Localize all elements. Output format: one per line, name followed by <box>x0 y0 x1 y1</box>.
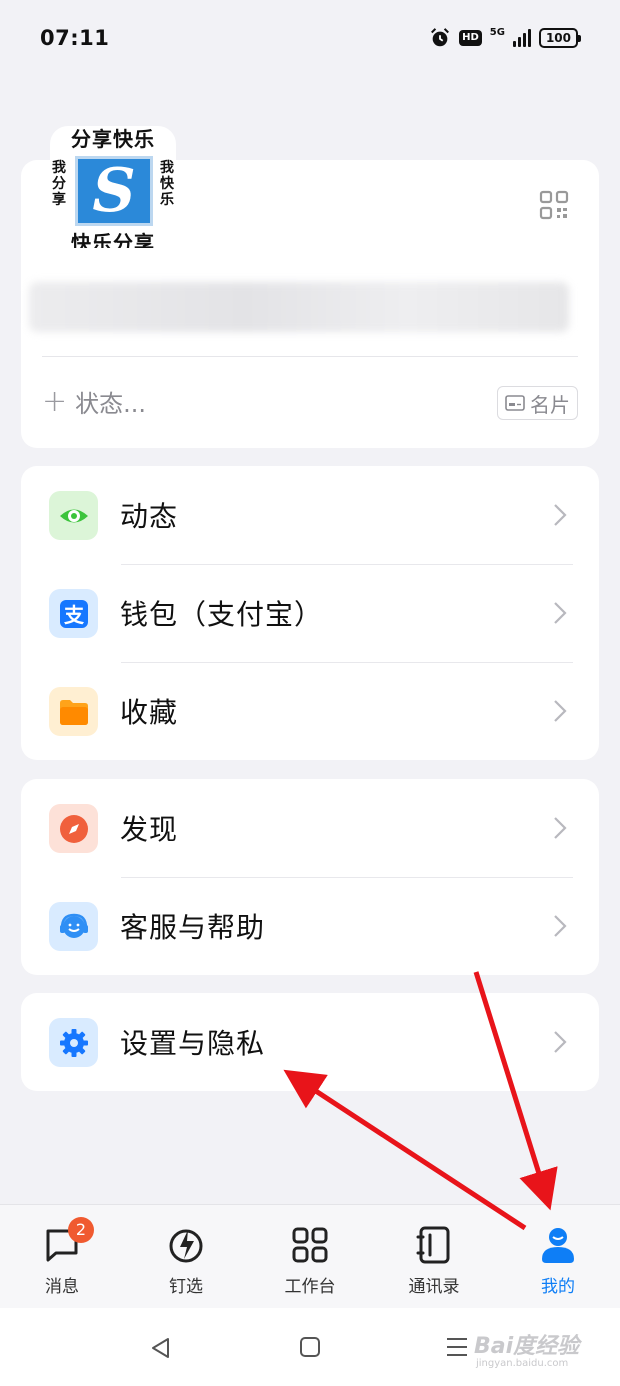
status-bar: 07:11 HD 5G 100 <box>0 0 620 76</box>
menu-item-wallet[interactable]: 支 钱包（支付宝） <box>21 564 599 662</box>
menu-label: 客服与帮助 <box>120 911 266 944</box>
status-placeholder: 状态... <box>75 390 147 418</box>
recents-icon[interactable] <box>445 1336 469 1358</box>
status-icons: HD 5G 100 <box>429 27 582 49</box>
chevron-right-icon <box>554 915 567 937</box>
menu-item-favorites[interactable]: 收藏 <box>21 662 599 760</box>
hd-badge: HD <box>459 30 482 46</box>
chevron-right-icon <box>554 602 567 624</box>
tab-workbench[interactable]: 工作台 <box>248 1205 372 1308</box>
tab-messages[interactable]: 2 消息 <box>0 1205 124 1308</box>
blurred-account-name <box>29 282 569 332</box>
network-type: 5G <box>489 27 505 38</box>
chevron-right-icon <box>554 1031 567 1053</box>
watermark-url: jingyan.baidu.com <box>476 1358 569 1369</box>
menu-group-discover: 发现 客服与帮助 <box>21 779 599 975</box>
ding-icon <box>169 1229 203 1263</box>
workbench-icon <box>292 1227 328 1263</box>
gear-icon <box>49 1018 98 1067</box>
chevron-right-icon <box>554 817 567 839</box>
alipay-icon: 支 <box>49 589 98 638</box>
menu-label: 收藏 <box>120 696 179 729</box>
me-icon <box>542 1228 574 1263</box>
avatar-bottom-text: 快乐分享 <box>71 231 155 248</box>
menu-label: 钱包（支付宝） <box>120 598 324 631</box>
menu-item-moments[interactable]: 动态 <box>21 466 599 564</box>
compass-icon <box>49 804 98 853</box>
set-status-button[interactable]: + 状态... <box>42 384 146 419</box>
tab-contacts[interactable]: 通讯录 <box>372 1205 496 1308</box>
menu-group-settings: 设置与隐私 <box>21 993 599 1091</box>
bottom-tab-bar: 2 消息 钉选 工作台 通讯录 我的 <box>0 1204 620 1308</box>
tab-me[interactable]: 我的 <box>496 1205 620 1308</box>
menu-label: 发现 <box>120 813 179 846</box>
alarm-icon <box>431 28 450 47</box>
tab-label: 消息 <box>45 1277 79 1297</box>
tab-label: 工作台 <box>284 1277 336 1297</box>
headset-icon <box>49 902 98 951</box>
svg-text:支: 支 <box>64 603 85 627</box>
menu-label: 设置与隐私 <box>120 1027 266 1060</box>
menu-group-primary: 动态 支 钱包（支付宝） 收藏 <box>21 466 599 760</box>
tab-label: 通讯录 <box>408 1277 460 1297</box>
folder-icon <box>49 687 98 736</box>
chevron-right-icon <box>554 700 567 722</box>
chevron-right-icon <box>554 504 567 526</box>
namecard-icon <box>505 395 525 411</box>
watermark: Bai度经验 <box>474 1334 580 1359</box>
menu-item-help[interactable]: 客服与帮助 <box>21 877 599 975</box>
battery-indicator: 100 <box>538 28 582 48</box>
divider <box>42 356 578 357</box>
status-time: 07:11 <box>40 26 110 50</box>
avatar-logo: S <box>75 156 153 226</box>
avatar[interactable]: 分享快乐 我分享 S 我快乐 快乐分享 <box>50 126 176 248</box>
tab-label: 我的 <box>541 1277 575 1297</box>
signal-icon <box>512 29 531 47</box>
namecard-button[interactable]: 名片 <box>497 386 578 420</box>
unread-badge: 2 <box>68 1217 94 1243</box>
menu-item-settings-privacy[interactable]: 设置与隐私 <box>21 993 599 1091</box>
eye-icon <box>49 491 98 540</box>
plus-icon: + <box>42 383 68 419</box>
tab-ding[interactable]: 钉选 <box>124 1205 248 1308</box>
back-icon[interactable] <box>149 1336 173 1360</box>
home-icon[interactable] <box>299 1336 321 1358</box>
tab-label: 钉选 <box>169 1277 203 1297</box>
system-nav-bar: Bai度经验 jingyan.baidu.com <box>0 1308 620 1386</box>
contacts-icon <box>416 1226 450 1264</box>
avatar-left-text: 我分享 <box>52 160 66 208</box>
avatar-top-text: 分享快乐 <box>71 127 155 151</box>
menu-label: 动态 <box>120 500 179 533</box>
namecard-label: 名片 <box>530 392 570 417</box>
menu-item-discover[interactable]: 发现 <box>21 779 599 877</box>
avatar-right-text: 我快乐 <box>160 160 174 208</box>
qr-code-icon[interactable] <box>539 190 569 220</box>
